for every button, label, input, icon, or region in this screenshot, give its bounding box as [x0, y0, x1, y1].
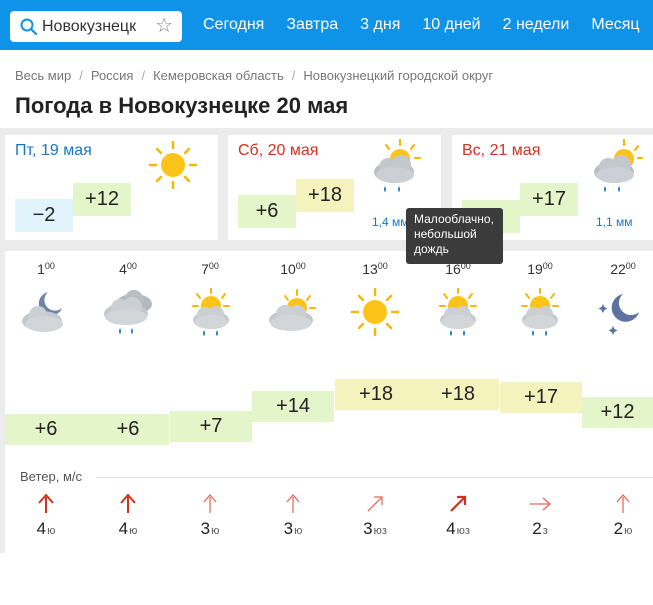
- hour-label: 400: [119, 261, 137, 277]
- sun-cloud-icon: [269, 289, 316, 331]
- wind-arrow-up-icon: [120, 493, 136, 513]
- wind-speed: 3ю: [200, 519, 220, 538]
- day-name: Пт, 19 мая: [15, 142, 92, 159]
- day-name: Вс, 21 мая: [462, 142, 541, 159]
- hour-label: 100: [37, 261, 55, 277]
- wind-speed: 4юз: [446, 519, 470, 538]
- wind-arrow-up-icon: [616, 494, 630, 513]
- day-max-temp: +17: [520, 183, 578, 216]
- wind-arrow-up-icon: [38, 493, 54, 513]
- hour-temp: +14: [252, 391, 334, 422]
- partly-cloudy-rain-icon: [594, 138, 644, 192]
- wind-speed: 3ю: [283, 519, 303, 538]
- hour-temp: +12: [582, 397, 653, 428]
- wind-speed: 2з: [532, 519, 548, 538]
- breadcrumb: Весь мир / Россия / Кемеровская область / Ново…: [15, 68, 494, 83]
- breadcrumb-region[interactable]: Кемеровская область: [153, 68, 284, 83]
- sun-icon: [350, 288, 400, 337]
- hour-temp: +6: [87, 414, 169, 445]
- wind-speed: 4ю: [118, 519, 138, 538]
- wind-arrow-right-icon: [530, 497, 551, 511]
- hour-label: 700: [201, 261, 219, 277]
- period-tabs: Сегодня Завтра 3 дня 10 дней 2 недели Ме…: [203, 0, 653, 50]
- top-navigation-bar: ☆ Сегодня Завтра 3 дня 10 дней 2 недели …: [0, 0, 653, 50]
- breadcrumb-world[interactable]: Весь мир: [15, 68, 71, 83]
- search-box[interactable]: ☆: [10, 11, 182, 42]
- hour-temp: +6: [5, 414, 87, 445]
- search-input[interactable]: [42, 17, 154, 36]
- day-name: Сб, 20 мая: [238, 142, 319, 159]
- hour-temp: +17: [500, 382, 582, 413]
- sun-cloud-rain-icon: [439, 288, 477, 336]
- hour-temp: +18: [335, 379, 417, 410]
- hour-label: 2200: [610, 261, 636, 277]
- day-min-temp: −2: [15, 199, 73, 232]
- hour-label: 1000: [280, 261, 306, 277]
- sun-cloud-rain-icon: [192, 288, 230, 336]
- tooltip-line: небольшой: [414, 227, 477, 241]
- cloud-rain-icon: [104, 290, 152, 334]
- sun-icon: [148, 140, 198, 190]
- wind-arrow-up-right-icon: [367, 496, 383, 512]
- wind-speed: 2ю: [613, 519, 633, 538]
- breadcrumb-district[interactable]: Новокузнецкий городской округ: [303, 68, 493, 83]
- tab-10-days[interactable]: 10 дней: [422, 16, 480, 34]
- tab-tomorrow[interactable]: Завтра: [286, 16, 338, 34]
- hour-temp: +18: [417, 379, 499, 410]
- tooltip-line: дождь: [414, 242, 449, 256]
- hour-label: 1900: [527, 261, 553, 277]
- search-icon[interactable]: [18, 16, 40, 38]
- day-max-temp: +12: [73, 183, 131, 216]
- wind-arrow-up-right-icon: [450, 495, 467, 512]
- breadcrumb-russia[interactable]: Россия: [91, 68, 134, 83]
- wind-speed: 4ю: [36, 519, 56, 538]
- tab-2-weeks[interactable]: 2 недели: [503, 16, 570, 34]
- sun-cloud-rain-icon: [521, 288, 559, 336]
- tab-today[interactable]: Сегодня: [203, 16, 264, 34]
- tab-3-days[interactable]: 3 дня: [360, 16, 400, 34]
- tooltip-line: Малооблачно,: [414, 212, 494, 226]
- weather-tooltip: Малооблачно, небольшой дождь: [406, 208, 503, 264]
- precipitation-amount: 1,1 мм: [596, 215, 633, 229]
- page-title: Погода в Новокузнецке 20 мая: [15, 93, 349, 118]
- divider: [96, 477, 653, 478]
- moon-cloud-icon: [22, 292, 63, 332]
- day-min-temp: +6: [238, 195, 296, 228]
- day-max-temp: +18: [296, 179, 354, 212]
- wind-speed: 3юз: [363, 519, 387, 538]
- moon-stars-icon: [598, 294, 639, 335]
- wind-arrow-up-icon: [203, 494, 217, 513]
- partly-cloudy-rain-icon: [374, 138, 422, 192]
- hour-temp: +7: [170, 411, 252, 442]
- day-card-friday[interactable]: Пт, 19 мая −2 +12: [5, 135, 218, 240]
- tab-month[interactable]: Месяц: [591, 16, 639, 34]
- favorite-star-icon[interactable]: ☆: [155, 16, 173, 36]
- precipitation-amount: 1,4 мм: [372, 215, 409, 229]
- wind-label: Ветер, м/с: [20, 469, 83, 484]
- wind-arrow-up-icon: [286, 494, 300, 513]
- hour-label: 1300: [362, 261, 388, 277]
